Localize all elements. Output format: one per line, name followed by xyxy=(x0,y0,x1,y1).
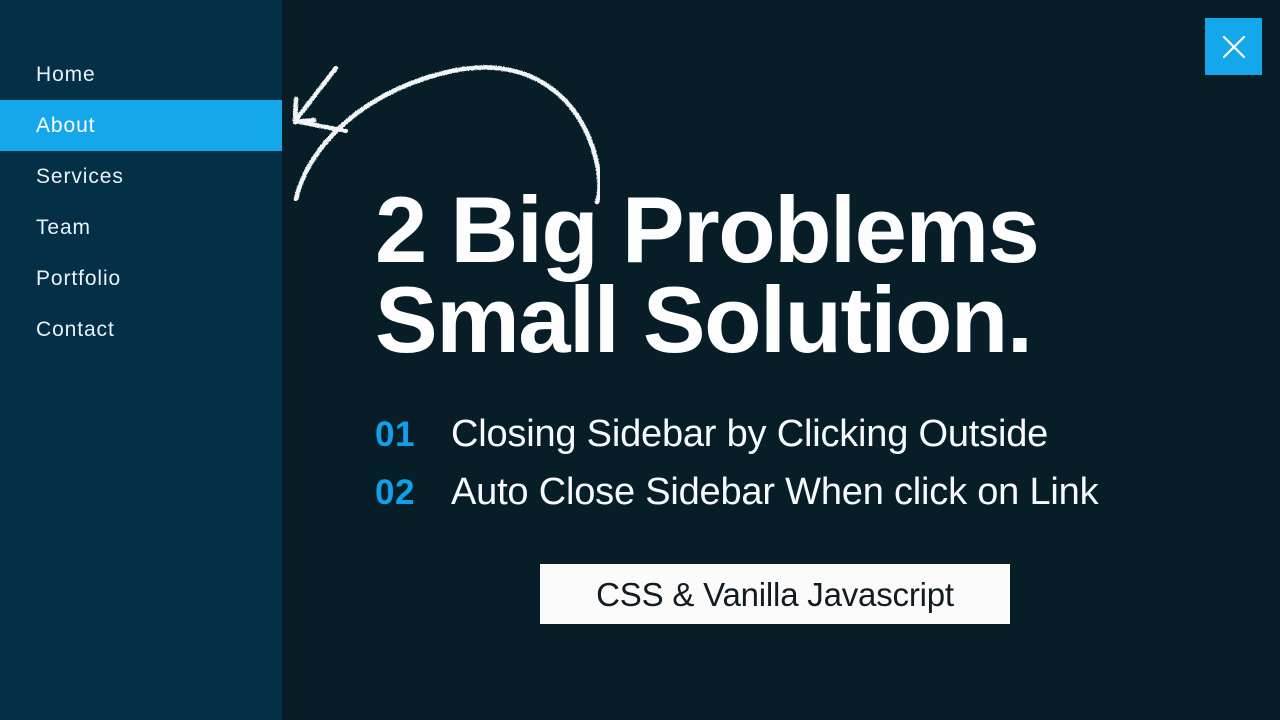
sidebar-item-label: Contact xyxy=(36,318,115,341)
close-sidebar-button[interactable] xyxy=(1205,18,1262,75)
page-title: 2 Big Problems Small Solution. xyxy=(375,177,1265,373)
main-content: 2 Big Problems Small Solution. 01 Closin… xyxy=(282,0,1280,720)
headline-line-1: 2 Big Problems xyxy=(375,177,1040,282)
sidebar-item-label: About xyxy=(36,114,96,137)
sidebar-item-about[interactable]: About xyxy=(0,100,282,151)
problem-text: Closing Sidebar by Clicking Outside xyxy=(451,413,1049,455)
problem-number: 02 xyxy=(375,473,415,512)
sidebar-item-label: Team xyxy=(36,216,91,239)
sidebar-item-portfolio[interactable]: Portfolio xyxy=(0,253,282,304)
sidebar-item-label: Home xyxy=(36,63,96,86)
tech-stack-badge-label: CSS & Vanilla Javascript xyxy=(596,575,954,613)
sidebar-menu-list: Home About Services Team Portfolio Conta… xyxy=(0,0,282,355)
list-item: 01 Closing Sidebar by Clicking Outside xyxy=(375,415,1255,473)
sidebar-item-label: Portfolio xyxy=(36,267,122,290)
problem-list: 01 Closing Sidebar by Clicking Outside 0… xyxy=(375,415,1255,531)
sidebar-item-home[interactable]: Home xyxy=(0,49,282,100)
close-x-icon xyxy=(1219,32,1249,62)
sidebar-nav: Home About Services Team Portfolio Conta… xyxy=(0,0,282,720)
problem-text: Auto Close Sidebar When click on Link xyxy=(451,471,1099,513)
sidebar-item-team[interactable]: Team xyxy=(0,202,282,253)
problem-number: 01 xyxy=(375,415,415,454)
tech-stack-badge: CSS & Vanilla Javascript xyxy=(540,564,1010,624)
sidebar-item-contact[interactable]: Contact xyxy=(0,304,282,355)
sidebar-item-label: Services xyxy=(36,165,124,188)
sidebar-item-services[interactable]: Services xyxy=(0,151,282,202)
list-item: 02 Auto Close Sidebar When click on Link xyxy=(375,473,1255,531)
headline-line-2: Small Solution. xyxy=(375,267,1033,373)
slide-canvas: Home About Services Team Portfolio Conta… xyxy=(0,0,1280,720)
